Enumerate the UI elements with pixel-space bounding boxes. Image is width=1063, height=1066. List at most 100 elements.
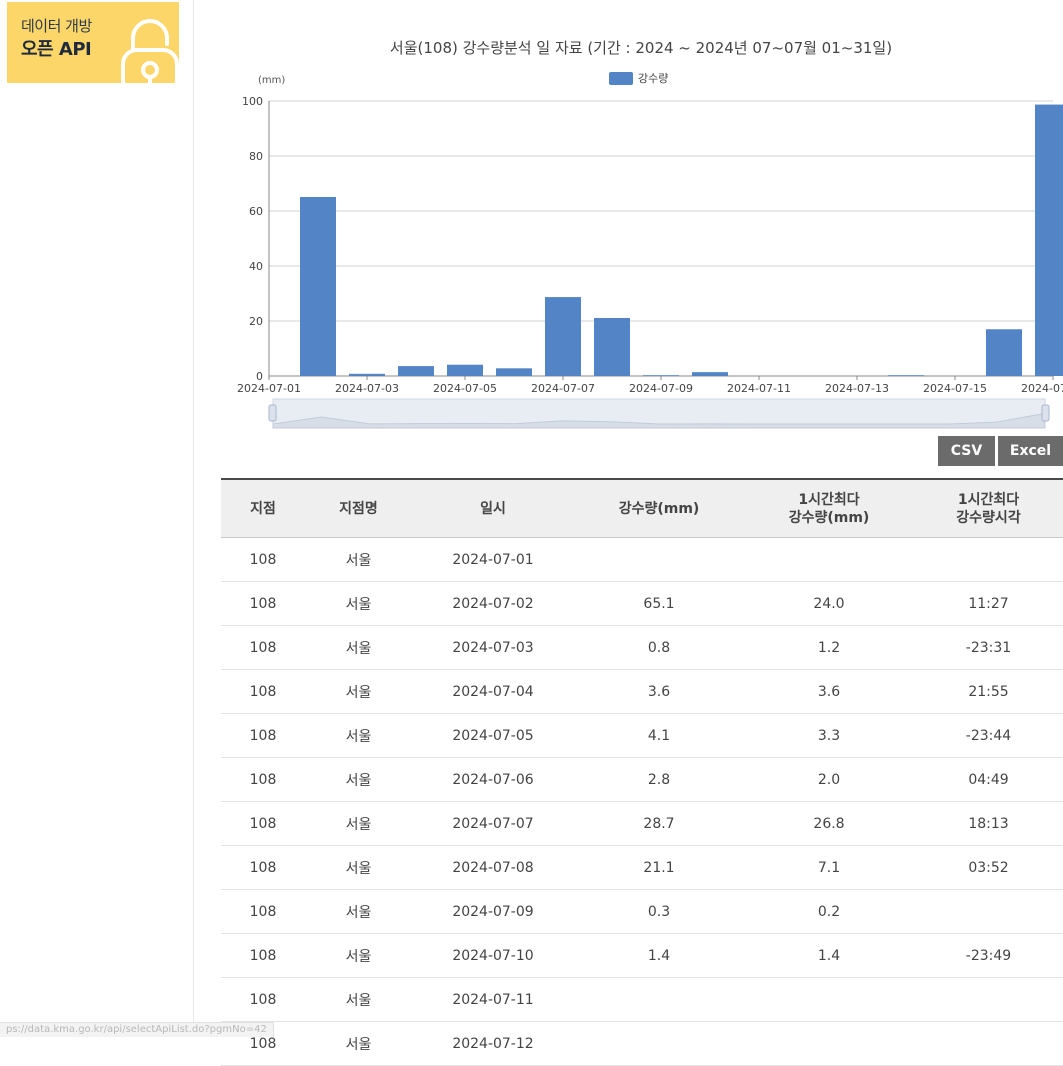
- csv-download-button[interactable]: CSV: [938, 436, 995, 466]
- cell-precipitation: [574, 1021, 744, 1066]
- header-precipitation[interactable]: 강수량(mm): [574, 478, 744, 538]
- cell-max-hourly-precipitation: [744, 977, 914, 1022]
- x-tick-label: 2024-07-03: [335, 382, 399, 395]
- excel-download-button[interactable]: Excel: [998, 436, 1063, 466]
- table-row: 108 서울 2024-07-12: [221, 1021, 1063, 1066]
- bar: [692, 372, 728, 376]
- cell-precipitation: 2.8: [574, 757, 744, 802]
- cell-max-hourly-precipitation: 3.6: [744, 669, 914, 714]
- table-row: 108 서울 2024-07-05 4.1 3.3 -23:44: [221, 713, 1063, 758]
- x-tick-label: 2024-07-11: [727, 382, 791, 395]
- cell-station-name: 서울: [305, 933, 412, 978]
- table-row: 108 서울 2024-07-01: [221, 537, 1063, 582]
- cell-date: 2024-07-07: [412, 801, 574, 846]
- bar: [545, 297, 581, 376]
- left-sidebar: 데이터 개방 오픈 API: [0, 0, 194, 1035]
- cell-station-id: 108: [221, 977, 305, 1022]
- range-handle-right[interactable]: [1041, 404, 1050, 422]
- x-tick-label: 2024-07-07: [531, 382, 595, 395]
- cell-precipitation: 1.4: [574, 933, 744, 978]
- cell-max-hourly-time: 03:52: [914, 845, 1063, 890]
- cell-station-name: 서울: [305, 537, 412, 582]
- header-station-name[interactable]: 지점명: [305, 478, 412, 538]
- table-row: 108 서울 2024-07-08 21.1 7.1 03:52: [221, 845, 1063, 890]
- cell-max-hourly-precipitation: 24.0: [744, 581, 914, 626]
- cell-max-hourly-time: [914, 537, 1063, 582]
- cell-station-id: 108: [221, 889, 305, 934]
- table-row: 108 서울 2024-07-07 28.7 26.8 18:13: [221, 801, 1063, 846]
- header-station-id[interactable]: 지점: [221, 478, 305, 538]
- cell-station-id: 108: [221, 757, 305, 802]
- bar: [300, 196, 336, 376]
- cell-station-id: 108: [221, 713, 305, 758]
- cell-max-hourly-time: 21:55: [914, 669, 1063, 714]
- cell-max-hourly-precipitation: 0.2: [744, 889, 914, 934]
- cell-max-hourly-precipitation: 26.8: [744, 801, 914, 846]
- table-row: 108 서울 2024-07-02 65.1 24.0 11:27: [221, 581, 1063, 626]
- cell-precipitation: 65.1: [574, 581, 744, 626]
- cell-max-hourly-time: 04:49: [914, 757, 1063, 802]
- cell-date: 2024-07-03: [412, 625, 574, 670]
- header-date[interactable]: 일시: [412, 478, 574, 538]
- cell-station-id: 108: [221, 669, 305, 714]
- cell-max-hourly-time: [914, 889, 1063, 934]
- cell-date: 2024-07-10: [412, 933, 574, 978]
- y-axis-unit-label: (mm): [258, 75, 285, 86]
- cell-precipitation: 28.7: [574, 801, 744, 846]
- precipitation-table: 지점 지점명 일시 강수량(mm) 1시간최다 강수량(mm) 1시간최다 강수…: [221, 478, 1063, 1066]
- cell-date: 2024-07-04: [412, 669, 574, 714]
- range-handle-left[interactable]: [268, 404, 277, 422]
- cell-station-id: 108: [221, 845, 305, 890]
- bar: [643, 375, 679, 376]
- cell-station-id: 108: [221, 537, 305, 582]
- cell-max-hourly-precipitation: 1.2: [744, 625, 914, 670]
- y-tick-label: 100: [242, 95, 263, 108]
- table-row: 108 서울 2024-07-11: [221, 977, 1063, 1022]
- table-header-row: 지점 지점명 일시 강수량(mm) 1시간최다 강수량(mm) 1시간최다 강수…: [221, 478, 1063, 538]
- cell-precipitation: 3.6: [574, 669, 744, 714]
- cell-max-hourly-precipitation: 1.4: [744, 933, 914, 978]
- cell-date: 2024-07-08: [412, 845, 574, 890]
- header-max-hourly-time[interactable]: 1시간최다 강수량시각: [914, 478, 1063, 538]
- open-api-banner[interactable]: 데이터 개방 오픈 API: [7, 2, 179, 83]
- x-tick-label: 2024-07-05: [433, 382, 497, 395]
- header-max-hourly-precipitation[interactable]: 1시간최다 강수량(mm): [744, 478, 914, 538]
- cell-max-hourly-precipitation: 3.3: [744, 713, 914, 758]
- bar: [447, 364, 483, 376]
- x-tick-label: 2024-07-01: [237, 382, 301, 395]
- cell-date: 2024-07-11: [412, 977, 574, 1022]
- cell-precipitation: 21.1: [574, 845, 744, 890]
- cell-date: 2024-07-12: [412, 1021, 574, 1066]
- y-tick-label: 20: [249, 315, 263, 328]
- cell-station-name: 서울: [305, 977, 412, 1022]
- cell-date: 2024-07-02: [412, 581, 574, 626]
- cell-max-hourly-precipitation: 2.0: [744, 757, 914, 802]
- cell-date: 2024-07-06: [412, 757, 574, 802]
- table-row: 108 서울 2024-07-09 0.3 0.2: [221, 889, 1063, 934]
- cell-station-id: 108: [221, 801, 305, 846]
- cell-station-name: 서울: [305, 581, 412, 626]
- table-row: 108 서울 2024-07-10 1.4 1.4 -23:49: [221, 933, 1063, 978]
- bar: [594, 317, 630, 376]
- cell-precipitation: 0.8: [574, 625, 744, 670]
- y-tick-label: 60: [249, 205, 263, 218]
- x-tick-label: 2024-07-17: [1021, 382, 1063, 395]
- bar: [349, 373, 385, 376]
- cell-max-hourly-time: -23:31: [914, 625, 1063, 670]
- cell-max-hourly-precipitation: [744, 1021, 914, 1066]
- cell-max-hourly-time: [914, 977, 1063, 1022]
- cell-date: 2024-07-09: [412, 889, 574, 934]
- cell-max-hourly-time: [914, 1021, 1063, 1066]
- cell-precipitation: [574, 977, 744, 1022]
- bar: [986, 329, 1022, 376]
- cell-max-hourly-time: -23:49: [914, 933, 1063, 978]
- cell-station-name: 서울: [305, 1021, 412, 1066]
- table-row: 108 서울 2024-07-04 3.6 3.6 21:55: [221, 669, 1063, 714]
- x-tick-label: 2024-07-13: [825, 382, 889, 395]
- y-tick-label: 40: [249, 260, 263, 273]
- cell-station-id: 108: [221, 933, 305, 978]
- unlock-icon: [121, 19, 179, 83]
- cell-max-hourly-time: 18:13: [914, 801, 1063, 846]
- bar: [496, 368, 532, 376]
- table-row: 108 서울 2024-07-03 0.8 1.2 -23:31: [221, 625, 1063, 670]
